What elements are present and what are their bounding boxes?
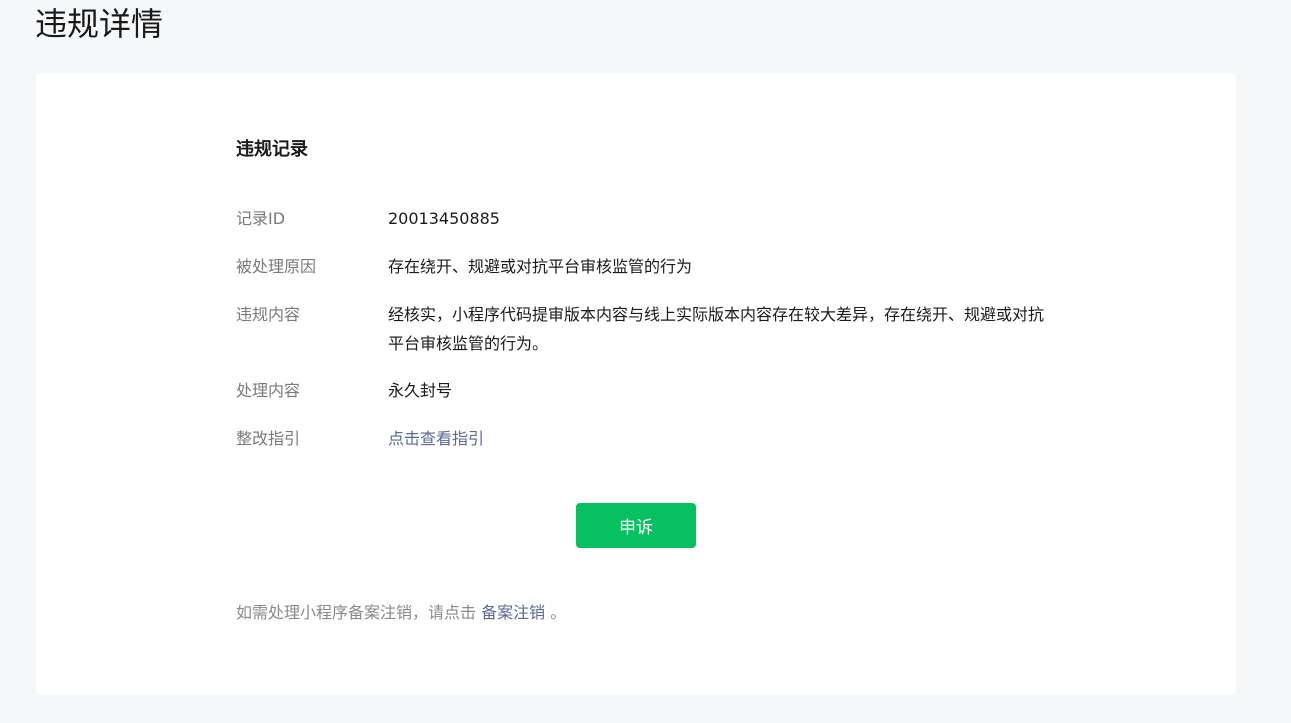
violation-content-row: 违规内容 经核实，小程序代码提审版本内容与线上实际版本内容存在较大差异，存在绕开… <box>236 300 1056 358</box>
reason-row: 被处理原因 存在绕开、规避或对抗平台审核监管的行为 <box>236 252 1056 281</box>
reason-value: 存在绕开、规避或对抗平台审核监管的行为 <box>388 257 693 276</box>
footer-note-prefix: 如需处理小程序备案注销，请点击 <box>236 603 477 622</box>
violation-detail-card: 违规记录 记录ID 20013450885 被处理原因 存在绕开、规避或对抗平台… <box>36 73 1236 695</box>
appeal-button[interactable]: 申诉 <box>576 503 696 548</box>
penalty-value: 永久封号 <box>388 381 453 400</box>
record-id-label: 记录ID <box>236 209 286 228</box>
reason-label: 被处理原因 <box>236 257 317 276</box>
violation-content-label: 违规内容 <box>236 305 301 324</box>
page-title: 违规详情 <box>35 5 164 43</box>
rectification-guide-link[interactable]: 点击查看指引 <box>388 424 1056 453</box>
footer-note: 如需处理小程序备案注销，请点击 备案注销 。 <box>236 599 566 627</box>
filing-cancellation-link[interactable]: 备案注销 <box>481 603 545 622</box>
footer-note-suffix: 。 <box>550 603 567 622</box>
rectification-guide-row: 整改指引 点击查看指引 <box>236 424 1056 453</box>
record-id-row: 记录ID 20013450885 <box>236 204 1056 233</box>
section-title: 违规记录 <box>236 139 308 160</box>
penalty-row: 处理内容 永久封号 <box>236 376 1056 405</box>
violation-content-value: 经核实，小程序代码提审版本内容与线上实际版本内容存在较大差异，存在绕开、规避或对… <box>388 305 1045 353</box>
rectification-guide-label: 整改指引 <box>236 429 301 448</box>
record-id-value: 20013450885 <box>388 209 500 228</box>
penalty-label: 处理内容 <box>236 381 301 400</box>
